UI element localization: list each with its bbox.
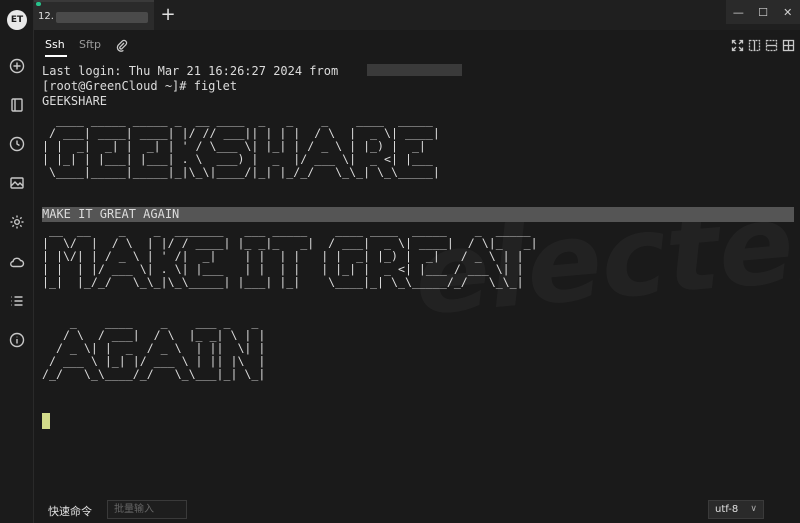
encoding-select[interactable]: utf-8 ∨ <box>708 500 764 519</box>
ascii-art-make-it-great: __ __ _ _ _______ ___ _____ ____ ____ __… <box>42 223 538 289</box>
tab-title: 12. <box>38 11 54 22</box>
minimize-button[interactable]: — <box>726 0 751 24</box>
active-tab-indicator <box>45 55 67 57</box>
terminal-cursor <box>42 413 50 429</box>
redacted-ip <box>367 64 462 76</box>
paperclip-icon[interactable] <box>115 37 128 52</box>
ascii-art-geekshare: ____ _____ _____ _ __ ____ _ _ _ ____ __… <box>42 113 440 179</box>
session-toolbar: Ssh Sftp <box>34 30 800 58</box>
login-line: Last login: Thu Mar 21 16:26:27 2024 fro… <box>42 64 339 78</box>
terminal-output[interactable]: electerm Last login: Thu Mar 21 16:26:27… <box>34 58 800 495</box>
prompt-line: [root@GreenCloud ~]# figlet <box>42 79 238 93</box>
chevron-down-icon: ∨ <box>750 504 757 514</box>
app-logo[interactable]: ET <box>7 10 27 30</box>
split-horizontal-icon[interactable] <box>748 37 761 52</box>
clock-icon[interactable] <box>7 134 27 154</box>
quick-command-label[interactable]: 快速命令 <box>48 503 92 519</box>
maximize-button[interactable]: ☐ <box>751 0 776 24</box>
expand-icon[interactable] <box>731 37 744 52</box>
tab-ssh[interactable]: Ssh <box>45 38 65 51</box>
bottom-bar: 快速命令 utf-8 ∨ <box>34 495 800 523</box>
input-line-geekshare: GEEKSHARE <box>42 94 108 108</box>
plus-circle-icon[interactable] <box>7 56 27 76</box>
list-icon[interactable] <box>7 291 27 311</box>
tab-title-redacted <box>56 12 148 23</box>
cloud-icon[interactable] <box>7 252 27 272</box>
window-controls: — ☐ ✕ <box>726 0 800 24</box>
tab-sftp[interactable]: Sftp <box>79 38 101 51</box>
sidebar: ET <box>0 0 34 523</box>
tab-status-dot <box>36 2 41 6</box>
ascii-art-again: _ ____ _ ___ _ _ / \ / ___| / \ |_ _| \ … <box>42 315 266 381</box>
session-tab[interactable]: 12. <box>34 0 154 30</box>
gear-icon[interactable] <box>7 212 27 232</box>
encoding-value: utf-8 <box>715 504 739 515</box>
title-bar: 12. + — ☐ ✕ <box>34 0 800 30</box>
book-icon[interactable] <box>7 95 27 115</box>
input-line-make-it-great: MAKE IT GREAT AGAIN <box>42 207 180 221</box>
batch-input-field[interactable] <box>107 500 187 519</box>
close-button[interactable]: ✕ <box>775 0 800 24</box>
layout-icon[interactable] <box>782 37 795 52</box>
split-vertical-icon[interactable] <box>765 37 778 52</box>
info-icon[interactable] <box>7 330 27 350</box>
new-tab-button[interactable]: + <box>158 4 178 25</box>
image-icon[interactable] <box>7 173 27 193</box>
